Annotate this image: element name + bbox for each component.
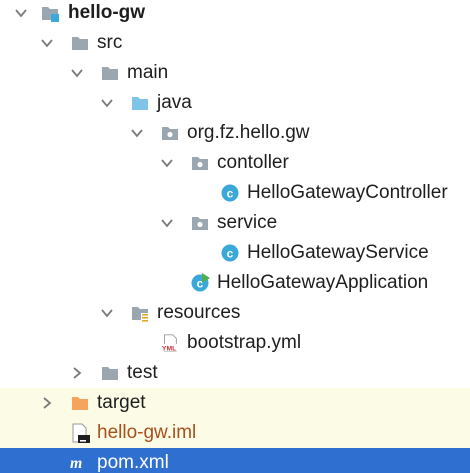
package-icon (162, 127, 178, 140)
svg-text:c: c (227, 187, 234, 201)
tree-node-hellogatewaycontroller[interactable]: c HelloGatewayController (0, 178, 470, 208)
chevron-right-icon[interactable] (40, 396, 54, 410)
tree-label: org.fz.hello.gw (187, 122, 310, 143)
project-tree: hello-gw src main java org.fz.hello.gw c… (0, 0, 470, 473)
chevron-right-icon[interactable] (70, 366, 84, 380)
tree-node-java[interactable]: java (0, 88, 470, 118)
tree-label: hello-gw (68, 2, 146, 23)
folder-icon (102, 67, 118, 80)
tree-label: bootstrap.yml (187, 332, 302, 353)
tree-label: contoller (217, 152, 289, 173)
tree-node-service[interactable]: service (0, 208, 470, 238)
tree-node-hello-gw-iml[interactable]: hello-gw.iml (0, 418, 470, 448)
maven-file-icon: m (70, 455, 82, 472)
tree-node-resources[interactable]: resources (0, 298, 470, 328)
folder-icon (102, 367, 118, 380)
chevron-down-icon[interactable] (160, 216, 174, 230)
chevron-down-icon[interactable] (130, 126, 144, 140)
svg-text:YML: YML (162, 345, 176, 352)
tree-node-contoller[interactable]: contoller (0, 148, 470, 178)
tree-node-hellogatewayservice[interactable]: c HelloGatewayService (0, 238, 470, 268)
tree-node-main[interactable]: main (0, 58, 470, 88)
module-folder-icon (42, 7, 59, 22)
class-icon: c (221, 244, 239, 262)
tree-node-src[interactable]: src (0, 28, 470, 58)
tree-label: main (127, 62, 169, 83)
tree-label: pom.xml (97, 452, 169, 473)
tree-label: HelloGatewayController (247, 182, 448, 203)
tree-label: HelloGatewayService (247, 242, 429, 263)
svg-text:m: m (70, 455, 82, 472)
chevron-down-icon[interactable] (100, 306, 114, 320)
tree-label: hello-gw.iml (97, 422, 197, 443)
source-folder-icon (132, 97, 148, 110)
tree-node-hello-gw[interactable]: hello-gw (0, 0, 470, 28)
yml-file-icon: YML (160, 334, 179, 352)
chevron-down-icon[interactable] (70, 66, 84, 80)
chevron-down-icon[interactable] (40, 36, 54, 50)
package-icon (192, 217, 208, 230)
chevron-down-icon[interactable] (100, 96, 114, 110)
tree-node-bootstrap-yml[interactable]: YML bootstrap.yml (0, 328, 470, 358)
chevron-down-icon[interactable] (160, 156, 174, 170)
tree-label: java (157, 92, 192, 113)
tree-label: target (97, 392, 146, 413)
spring-boot-class-icon: c (191, 273, 210, 292)
folder-icon (72, 37, 88, 50)
excluded-folder-icon (72, 397, 88, 410)
tree-label: service (217, 212, 278, 233)
chevron-down-icon[interactable] (14, 6, 28, 20)
tree-label: src (97, 32, 123, 53)
resources-folder-icon (132, 307, 149, 323)
tree-node-target[interactable]: target (0, 388, 470, 418)
tree-node-pom-xml[interactable]: m pom.xml (0, 448, 470, 473)
tree-label: resources (157, 302, 241, 323)
svg-text:c: c (227, 247, 234, 261)
tree-label: HelloGatewayApplication (217, 272, 429, 293)
tree-label: test (127, 362, 158, 383)
iml-file-icon (72, 423, 90, 443)
tree-node-hellogatewayapplication[interactable]: c HelloGatewayApplication (0, 268, 470, 298)
tree-node-test[interactable]: test (0, 358, 470, 388)
tree-node-package[interactable]: org.fz.hello.gw (0, 118, 470, 148)
package-icon (192, 157, 208, 170)
class-icon: c (221, 184, 239, 202)
